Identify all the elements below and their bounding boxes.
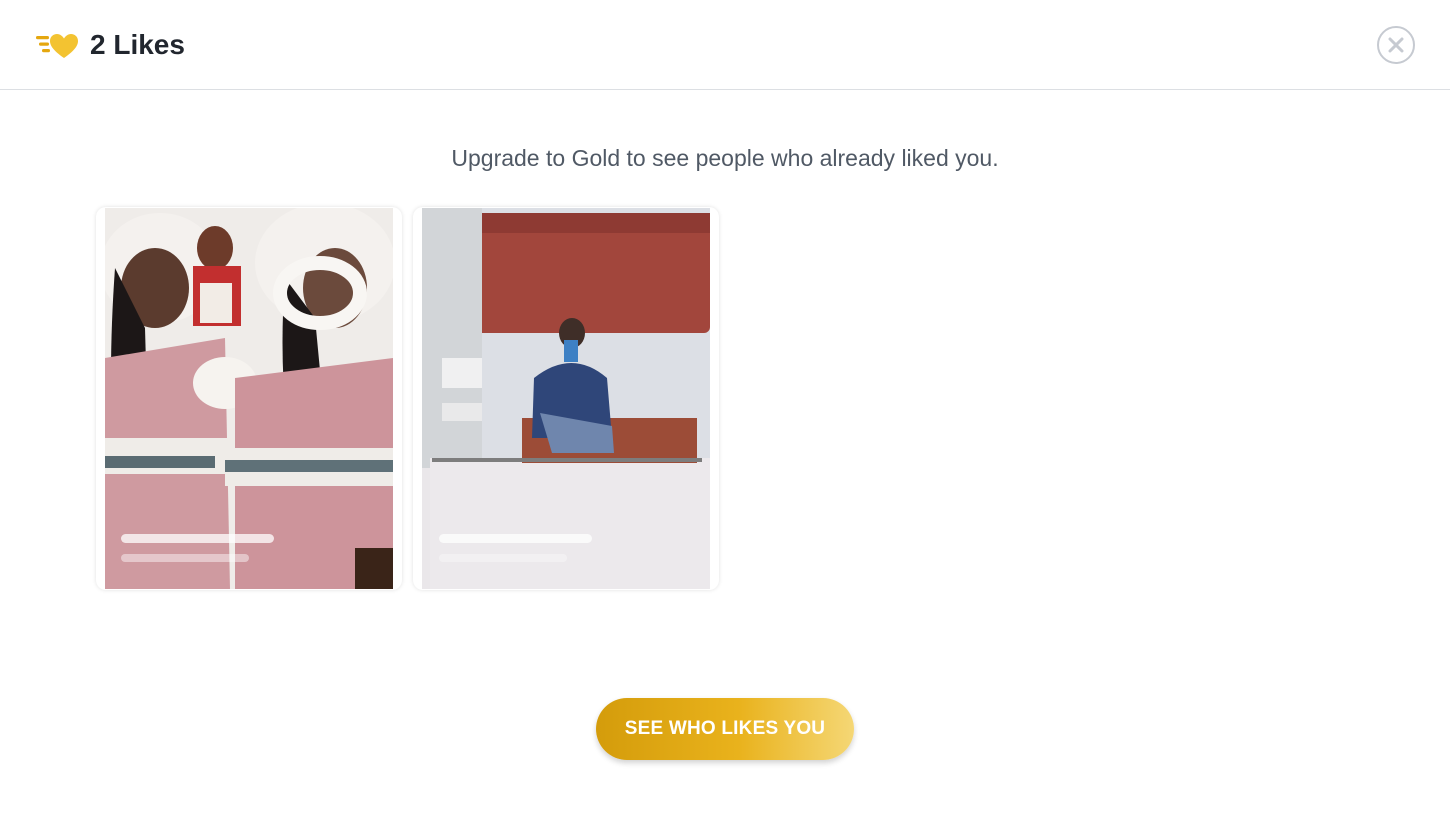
upgrade-subtitle: Upgrade to Gold to see people who alread… bbox=[451, 145, 999, 171]
likes-heart-icon bbox=[36, 30, 80, 60]
blurred-profile-photo bbox=[422, 208, 710, 589]
like-card[interactable] bbox=[413, 207, 719, 590]
close-icon bbox=[1388, 37, 1404, 53]
like-card[interactable] bbox=[96, 207, 402, 590]
detail-placeholder bbox=[439, 554, 567, 562]
see-who-likes-you-button[interactable]: SEE WHO LIKES YOU bbox=[596, 698, 854, 760]
modal-header: 2 Likes bbox=[0, 0, 1450, 90]
blurred-profile-photo bbox=[105, 208, 393, 589]
close-button[interactable] bbox=[1377, 26, 1415, 64]
page-title: 2 Likes bbox=[90, 29, 185, 60]
name-placeholder bbox=[121, 534, 274, 543]
detail-placeholder bbox=[121, 554, 249, 562]
name-placeholder bbox=[439, 534, 592, 543]
